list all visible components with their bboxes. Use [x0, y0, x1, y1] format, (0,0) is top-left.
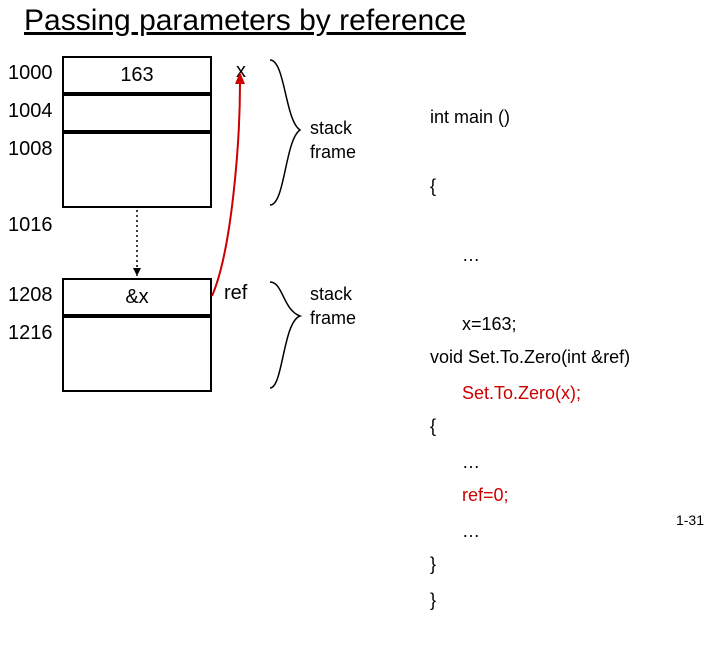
- addr-1216: 1216: [8, 322, 53, 345]
- label-frame-1: frame: [310, 142, 356, 163]
- addr-1004: 1004: [8, 100, 53, 123]
- memcell-1208: &x: [62, 278, 212, 316]
- label-stack-1: stack: [310, 118, 352, 139]
- addr-1008: 1008: [8, 138, 53, 161]
- brace-icon: [270, 60, 300, 205]
- addr-1208: 1208: [8, 284, 53, 307]
- code-main-open: {: [430, 175, 581, 198]
- code-set-l1: ref=0;: [462, 484, 630, 507]
- code-main-sig: int main (): [430, 106, 581, 129]
- var-x-label: x: [236, 60, 246, 83]
- page-number: 1-31: [676, 512, 704, 528]
- code-set-sig: void Set.To.Zero(int &ref): [430, 346, 630, 369]
- arrowhead-down-icon: [133, 268, 141, 276]
- memcell-1008: [62, 132, 212, 208]
- label-stack-2: stack: [310, 284, 352, 305]
- memcell-1216: [62, 316, 212, 392]
- code-main-l1: …: [462, 244, 581, 267]
- label-frame-2: frame: [310, 308, 356, 329]
- reference-arrow: [212, 83, 240, 296]
- memcell-1004: [62, 94, 212, 132]
- addr-1000: 1000: [8, 62, 53, 85]
- code-set-open: {: [430, 415, 630, 438]
- memcell-1000: 163: [62, 56, 212, 94]
- addr-1016: 1016: [8, 214, 53, 237]
- code-set-close: }: [430, 553, 630, 576]
- var-ref-label: ref: [224, 282, 247, 305]
- slide-title: Passing parameters by reference: [24, 4, 466, 38]
- code-settozero: void Set.To.Zero(int &ref) { ref=0; }: [430, 300, 630, 622]
- brace-icon: [270, 282, 300, 388]
